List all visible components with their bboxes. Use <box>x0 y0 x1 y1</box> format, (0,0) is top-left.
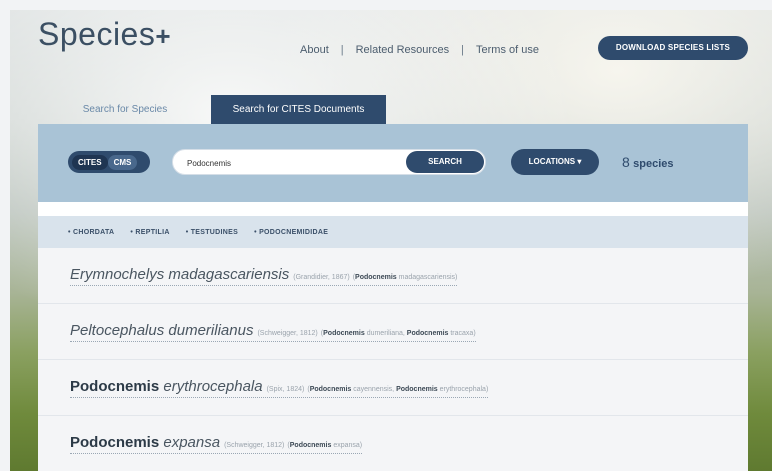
toggle-cites[interactable]: CITES <box>72 154 108 170</box>
result-row[interactable]: Podocnemis erythrocephala (Spix, 1824) (… <box>38 360 748 416</box>
species-name: Podocnemis expansa <box>70 434 221 451</box>
taxonomy-breadcrumb: • CHORDATA • REPTILIA • TESTUDINES • POD… <box>38 216 748 248</box>
species-count-number: 8 <box>622 154 630 170</box>
chevron-down-icon: ▾ <box>577 157 582 166</box>
frame-top <box>0 0 772 10</box>
locations-label: LOCATIONS <box>528 157 576 166</box>
species-name: Podocnemis erythrocephala <box>70 377 263 395</box>
species-synonyms: (Podocnemis madagascariensis) <box>352 273 458 281</box>
breadcrumb-item[interactable]: • TESTUDINES <box>186 229 246 236</box>
breadcrumb-item[interactable]: • PODOCNEMIDIDAE <box>254 229 336 236</box>
cites-cms-toggle[interactable]: CITES CMS <box>68 151 150 173</box>
logo-text: Species <box>38 16 156 52</box>
result-row[interactable]: Erymnochelys madagascariensis (Grandidie… <box>38 248 748 304</box>
tab-search-species[interactable]: Search for Species <box>60 95 190 124</box>
site-logo[interactable]: Species+ <box>38 16 171 53</box>
species-name: Peltocephalus dumerilianus <box>70 321 254 339</box>
locations-dropdown[interactable]: LOCATIONS ▾ <box>511 149 599 175</box>
result-row[interactable]: Podocnemis expansa (Schweigger, 1812) (P… <box>38 416 748 471</box>
species-author: (Spix, 1824) <box>266 385 305 393</box>
result-link[interactable]: Erymnochelys madagascariensis (Grandidie… <box>70 265 458 286</box>
frame-left <box>0 0 10 471</box>
search-button[interactable]: SEARCH <box>406 151 484 173</box>
results-top-strip <box>38 202 748 216</box>
logo-plus: + <box>155 21 172 51</box>
search-input[interactable] <box>187 155 387 171</box>
breadcrumb-item[interactable]: • REPTILIA <box>130 229 177 236</box>
nav-about[interactable]: About <box>300 44 329 56</box>
download-species-lists-button[interactable]: DOWNLOAD SPECIES LISTS <box>598 36 748 60</box>
species-synonyms: (Podocnemis expansa) <box>287 442 363 449</box>
result-row[interactable]: Peltocephalus dumerilianus (Schweigger, … <box>38 304 748 360</box>
results-panel: • CHORDATA • REPTILIA • TESTUDINES • POD… <box>38 202 748 471</box>
species-synonyms: (Podocnemis dumeriliana, Podocnemis trac… <box>320 329 476 337</box>
nav-related-resources[interactable]: Related Resources <box>356 44 450 56</box>
result-link[interactable]: Podocnemis expansa (Schweigger, 1812) (P… <box>70 434 363 454</box>
species-author: (Grandidier, 1867) <box>293 273 350 281</box>
tab-search-cites-documents[interactable]: Search for CITES Documents <box>211 95 386 124</box>
result-link[interactable]: Peltocephalus dumerilianus (Schweigger, … <box>70 322 476 342</box>
nav-separator: | <box>461 44 465 56</box>
species-author: (Schweigger, 1812) <box>224 442 285 449</box>
breadcrumb-item[interactable]: • CHORDATA <box>68 229 122 236</box>
species-count-word: species <box>633 158 674 170</box>
search-panel: CITES CMS SEARCH LOCATIONS ▾ 8 species <box>38 124 748 202</box>
nav-terms-of-use[interactable]: Terms of use <box>476 44 539 56</box>
search-box: SEARCH <box>172 149 486 175</box>
species-count: 8 species <box>622 154 674 170</box>
species-synonyms: (Podocnemis cayennensis, Podocnemis eryt… <box>307 385 489 393</box>
species-name: Erymnochelys madagascariensis <box>70 265 290 283</box>
species-author: (Schweigger, 1812) <box>257 329 318 337</box>
top-nav: About | Related Resources | Terms of use <box>300 44 539 56</box>
result-link[interactable]: Podocnemis erythrocephala (Spix, 1824) (… <box>70 377 489 398</box>
toggle-cms[interactable]: CMS <box>107 154 138 170</box>
nav-separator: | <box>340 44 344 56</box>
